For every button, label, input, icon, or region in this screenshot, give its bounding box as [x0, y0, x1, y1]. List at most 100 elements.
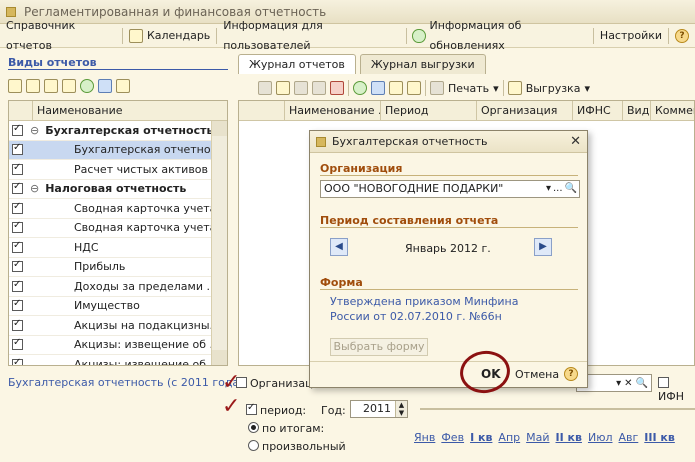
print-dropdown-icon[interactable]: ▾	[493, 82, 499, 95]
export-dropdown-icon[interactable]: ▾	[584, 82, 590, 95]
archive-icon[interactable]	[389, 81, 403, 95]
tree-row[interactable]: Акцизы: извещение об ...	[9, 355, 227, 365]
collapse-icon[interactable]: ⊖	[30, 124, 39, 137]
year-stepper[interactable]: ▲ ▼	[395, 401, 407, 417]
report-type-link[interactable]: Бухгалтерская отчетность (с 2011 года)	[8, 376, 243, 389]
period-filter[interactable]: период:	[246, 402, 306, 417]
tab-export-journal[interactable]: Журнал выгрузки	[359, 54, 486, 74]
toolbar-user-info[interactable]: Информация для пользователей	[217, 19, 405, 52]
row-checkbox[interactable]	[12, 318, 23, 331]
copy-icon[interactable]	[44, 79, 58, 93]
toolbar-update-info[interactable]: Информация об обновлениях	[406, 19, 593, 52]
period-slider[interactable]	[420, 408, 695, 410]
month-link[interactable]: Авг	[619, 431, 639, 444]
tree-row[interactable]: Расчет чистых активов	[9, 160, 227, 180]
cancel-button[interactable]: Отмена	[515, 368, 559, 381]
collapse-icon[interactable]: ⊖	[30, 182, 39, 195]
tree-row[interactable]: Акцизы на подакцизны...	[9, 316, 227, 336]
export-button[interactable]: Выгрузка	[526, 82, 581, 95]
add-group-icon[interactable]	[26, 79, 40, 93]
month-link[interactable]: Апр	[498, 431, 520, 444]
column-period[interactable]: Период	[381, 101, 477, 120]
month-link[interactable]: Фев	[441, 431, 464, 444]
row-checkbox[interactable]	[12, 337, 23, 351]
month-link[interactable]: I кв	[470, 431, 492, 444]
tree-group-row[interactable]: ⊖ Бухгалтерская отчетность	[9, 121, 227, 141]
radio-button[interactable]	[248, 440, 259, 451]
tree-row[interactable]: Сводная карточка учета...	[9, 199, 227, 219]
toolbar-help[interactable]: ?	[669, 26, 695, 46]
column-type[interactable]: Вид	[623, 101, 651, 120]
scroll-up-button[interactable]	[212, 121, 227, 136]
copy-icon[interactable]	[294, 81, 308, 95]
radio-custom[interactable]: произвольный	[248, 440, 346, 453]
column-name[interactable]: Наименование ...	[285, 101, 381, 120]
radio-by-totals[interactable]: по итогам:	[248, 422, 324, 435]
row-checkbox[interactable]	[12, 357, 23, 365]
tree-row[interactable]: Сводная карточка учета...	[9, 219, 227, 238]
radio-button[interactable]	[248, 422, 259, 433]
month-link[interactable]: Янв	[414, 431, 435, 444]
new-icon[interactable]	[276, 81, 290, 95]
prev-period-button[interactable]: ◀	[330, 238, 348, 256]
column-ifns[interactable]: ИФНС	[573, 101, 623, 120]
row-checkbox[interactable]	[12, 298, 23, 312]
send-icon[interactable]	[407, 81, 421, 95]
tree-group-row[interactable]: ⊖ Налоговая отчетность	[9, 180, 227, 199]
tree-row[interactable]: Имущество	[9, 297, 227, 316]
ifns-filter[interactable]: ИФН	[658, 377, 695, 403]
row-checkbox[interactable]	[12, 162, 23, 175]
month-link[interactable]: III кв	[644, 431, 675, 444]
row-checkbox[interactable]	[12, 142, 23, 156]
toolbar-settings[interactable]: Настройки	[594, 26, 668, 46]
select-button[interactable]: ...	[553, 181, 563, 197]
scroll-down-button[interactable]	[212, 350, 227, 365]
toolbar-calendar[interactable]: Календарь	[123, 26, 216, 46]
ifns-checkbox[interactable]	[658, 377, 669, 388]
tab-reports-journal[interactable]: Журнал отчетов	[238, 54, 356, 74]
row-checkbox[interactable]	[12, 240, 23, 253]
row-checkbox[interactable]	[12, 220, 23, 234]
tree-scrollbar[interactable]	[211, 121, 227, 365]
delete-icon[interactable]	[330, 81, 344, 95]
dialog-help-button[interactable]: ?	[564, 366, 578, 381]
tree-row[interactable]: НДС	[9, 238, 227, 258]
organization-filter[interactable]: Организаци	[236, 377, 320, 390]
expand-icon[interactable]	[62, 79, 76, 93]
toolbar-reports-directory[interactable]: Справочник отчетов	[0, 19, 122, 52]
search-icon[interactable]: 🔍	[565, 181, 577, 197]
column-name[interactable]: Наименование	[33, 104, 122, 117]
organization-checkbox[interactable]	[236, 377, 247, 388]
month-link[interactable]: Июл	[588, 431, 613, 444]
print-button[interactable]: Печать	[448, 82, 489, 95]
row-checkbox[interactable]	[12, 259, 23, 273]
select-period-icon[interactable]	[371, 81, 385, 95]
year-input[interactable]: 2011 ▲ ▼	[350, 400, 408, 418]
clear-icon[interactable]: ✕	[624, 378, 632, 389]
edit-icon[interactable]	[312, 81, 326, 95]
refresh-icon[interactable]	[353, 81, 367, 95]
row-checkbox[interactable]	[12, 279, 23, 292]
row-checkbox[interactable]	[12, 123, 23, 136]
dropdown-icon[interactable]: ▾	[546, 181, 551, 197]
tree-row[interactable]: Бухгалтерская отчетнос...	[9, 140, 227, 160]
column-comment[interactable]: Коммен	[651, 101, 694, 120]
filter-icon[interactable]	[258, 81, 272, 95]
period-checkbox[interactable]	[246, 402, 257, 415]
search-icon[interactable]: 🔍	[636, 378, 648, 389]
choose-form-button[interactable]: Выбрать форму	[330, 338, 428, 356]
next-period-button[interactable]: ▶	[534, 238, 552, 256]
row-checkbox[interactable]	[12, 201, 23, 214]
chart-icon[interactable]	[98, 79, 112, 93]
tree-row[interactable]: Акцизы: извещение об ...	[9, 336, 227, 355]
refresh-icon[interactable]	[80, 79, 94, 93]
folder-icon[interactable]	[116, 79, 130, 93]
add-icon[interactable]	[8, 79, 22, 93]
month-link[interactable]: II кв	[556, 431, 582, 444]
tree-row[interactable]: Доходы за пределами ...	[9, 277, 227, 297]
dropdown-icon[interactable]: ▾	[616, 378, 621, 389]
column-organization[interactable]: Организация	[477, 101, 573, 120]
organization-field[interactable]: ООО "НОВОГОДНИЕ ПОДАРКИ" ▾ ... 🔍	[320, 180, 580, 198]
row-checkbox[interactable]	[12, 181, 23, 195]
close-icon[interactable]: ✕	[570, 134, 581, 149]
